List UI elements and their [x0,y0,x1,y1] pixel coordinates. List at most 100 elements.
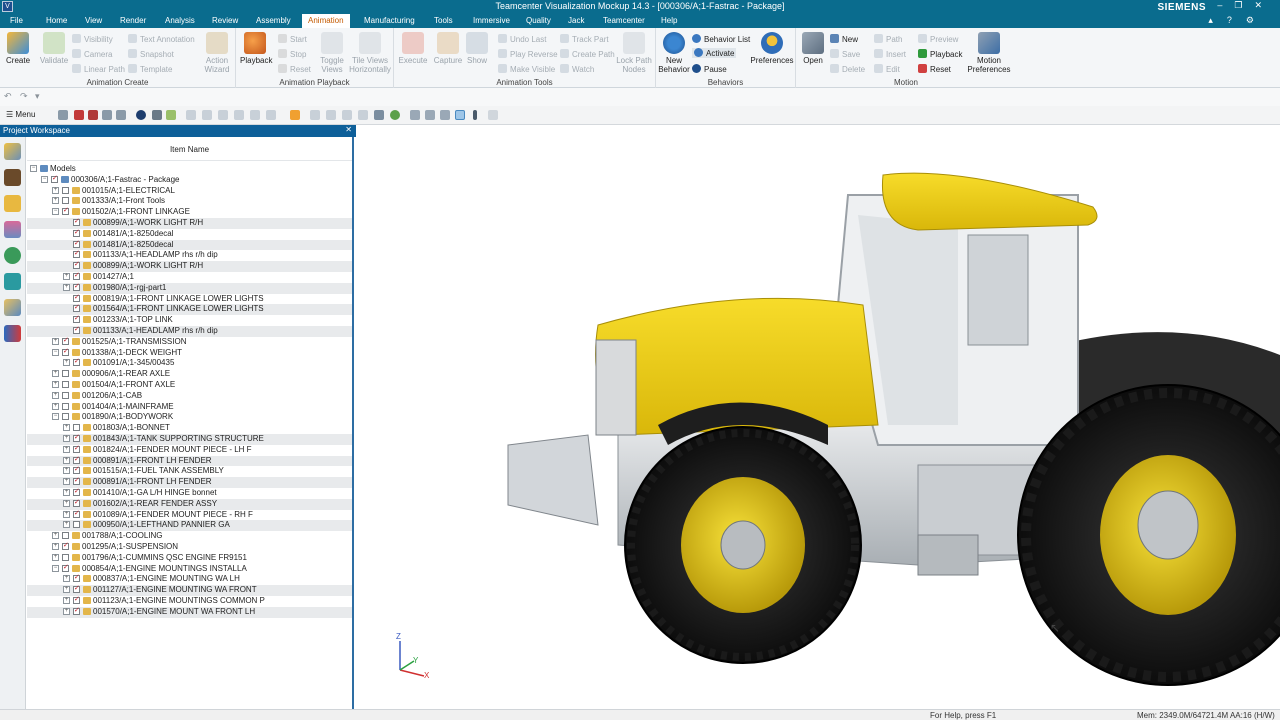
tree-row[interactable]: +001333/A;1-Front Tools [27,196,352,207]
visibility-checkbox[interactable] [62,336,69,345]
visibility-checkbox[interactable] [73,271,80,280]
tree-row[interactable]: +001570/A;1-ENGINE MOUNT WA FRONT LH [27,606,352,618]
visibility-checkbox[interactable] [73,424,80,432]
3d-viewport[interactable]: Z Y X ↖ [358,125,1280,709]
measure-icon[interactable] [234,110,244,120]
track-part-button[interactable]: Track Part [560,34,609,44]
expand-icon[interactable]: + [63,521,70,529]
expand-icon[interactable]: + [63,273,70,280]
validate-button[interactable]: Validate [38,32,70,65]
view-iso-icon[interactable] [374,110,384,120]
visibility-checkbox[interactable] [73,282,80,291]
markup-icon[interactable] [4,299,21,316]
visibility-checkbox[interactable] [62,541,69,550]
lock-path-nodes-button[interactable]: Lock Path Nodes [616,32,652,74]
tab-review[interactable]: Review [212,16,238,25]
tab-immersive[interactable]: Immersive [473,16,510,25]
tree-row[interactable]: − 000306/A;1-Fastrac - Package [27,174,352,186]
sphere-icon[interactable] [136,110,146,120]
expand-icon[interactable]: + [52,197,59,205]
tree-row[interactable]: +001295/A;1-SUSPENSION [27,541,352,553]
tab-tools[interactable]: Tools [434,16,453,25]
ribbon-controls[interactable]: ▴?⚙ [1208,15,1268,26]
minimize-icon[interactable]: – [1217,0,1234,10]
visibility-checkbox[interactable] [73,595,80,604]
light-icon[interactable] [290,110,300,120]
delete-button[interactable]: Delete [830,64,865,74]
visibility-checkbox[interactable] [73,455,80,464]
tab-help[interactable]: Help [661,16,677,25]
visibility-checkbox[interactable] [73,217,80,226]
tab-jack[interactable]: Jack [568,16,584,25]
preview-button[interactable]: Preview [918,34,958,44]
maximize-icon[interactable]: ❐ [1234,0,1254,10]
visibility-checkbox[interactable] [73,314,80,324]
collapse-icon[interactable]: − [52,413,59,421]
vertical-arrow-icon[interactable] [473,110,477,120]
insert-button[interactable]: Insert [874,49,906,59]
collapse-icon[interactable]: − [30,165,37,172]
walk-icon[interactable] [310,110,320,120]
expand-icon[interactable]: + [63,489,70,496]
visibility-checkbox[interactable] [62,186,69,194]
visibility-checkbox[interactable] [73,239,80,248]
visibility-button[interactable]: Visibility [72,34,113,44]
play-reverse-button[interactable]: Play Reverse [498,49,558,59]
motion-preferences-button[interactable]: Motion Preferences [966,32,1012,74]
collapse-icon[interactable]: − [52,348,59,356]
fit-icon[interactable] [116,110,126,120]
new-button[interactable]: New [830,34,858,44]
pan-icon[interactable] [202,110,212,120]
visibility-checkbox[interactable] [73,260,80,270]
structure-icon[interactable] [4,221,21,238]
visibility-checkbox[interactable] [73,357,80,367]
tree-row[interactable]: +001525/A;1-TRANSMISSION [27,336,352,348]
clipboard-icon[interactable] [4,273,21,290]
edit-button[interactable]: Edit [874,64,900,74]
visibility-checkbox[interactable] [62,553,69,561]
rotate-icon[interactable] [218,110,228,120]
visibility-checkbox[interactable] [73,444,80,453]
visibility-checkbox[interactable] [73,521,80,529]
play-reverse-icon[interactable] [88,110,98,120]
save-button[interactable]: Save [830,49,860,59]
create-button[interactable]: Create [6,32,30,65]
linear-path-button[interactable]: Linear Path [72,64,125,74]
expand-icon[interactable]: + [63,445,70,453]
tab-manufacturing[interactable]: Manufacturing [364,16,415,25]
tree-row[interactable]: +001015/A;1-ELECTRICAL [27,186,352,197]
action-wizard-button[interactable]: Action Wizard [202,32,232,74]
customize-icon[interactable]: ▾ [35,91,40,102]
expand-icon[interactable]: + [52,186,59,194]
visibility-checkbox[interactable] [73,509,80,518]
select-icon[interactable] [58,110,68,120]
visibility-checkbox[interactable] [73,228,80,237]
visibility-checkbox[interactable] [62,413,69,421]
visibility-checkbox[interactable] [73,249,80,259]
tree-row[interactable]: +000906/A;1-REAR AXLE [27,369,352,380]
help-icon[interactable]: ? [1227,15,1246,25]
collapse-icon[interactable]: − [41,175,48,183]
item-name-column-header[interactable]: Item Name [27,137,352,161]
visibility-checkbox[interactable] [73,433,80,442]
capture-button[interactable]: Capture [432,32,464,65]
expand-icon[interactable]: + [63,597,70,604]
preferences-button[interactable]: Preferences [750,32,794,65]
grid-icon[interactable] [425,110,435,120]
expand-icon[interactable]: + [63,575,70,583]
expand-icon[interactable]: + [63,456,70,464]
visibility-checkbox[interactable] [73,487,80,496]
collapse-icon[interactable]: − [52,208,59,216]
tab-file[interactable]: File [10,16,23,25]
open-button[interactable]: Open [800,32,826,65]
close-panel-icon[interactable]: ✕ [345,125,352,134]
motion-playback-button[interactable]: Playback [918,49,962,59]
expand-icon[interactable]: + [52,381,59,388]
explode-icon[interactable] [266,110,276,120]
tab-render[interactable]: Render [120,16,146,25]
tab-teamcenter[interactable]: Teamcenter [603,16,645,25]
expand-icon[interactable]: + [52,543,59,550]
visibility-checkbox[interactable] [62,370,69,378]
zoom-icon[interactable] [102,110,112,120]
visibility-checkbox[interactable] [62,391,69,399]
